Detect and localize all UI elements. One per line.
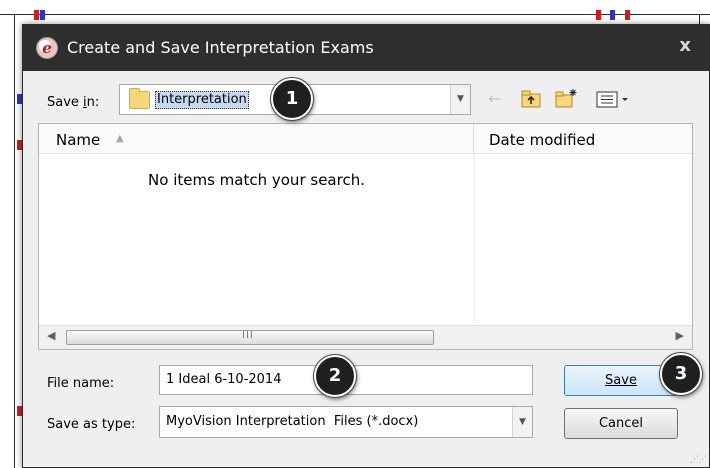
column-header-date-modified[interactable]: Date modified — [475, 124, 692, 154]
bg-marker — [625, 10, 630, 20]
folder-icon — [129, 88, 150, 109]
scrollbar-thumb[interactable]: III — [66, 330, 434, 345]
scrollbar-grip: III — [242, 330, 254, 341]
scroll-right-icon[interactable]: ▶ — [676, 329, 684, 342]
save-in-label: Save in: — [47, 95, 100, 110]
file-list-header: Name ▲ Date modified — [39, 124, 692, 154]
file-list[interactable]: Name ▲ Date modified No items match your… — [38, 123, 693, 350]
callout-badge: 2 — [314, 355, 356, 397]
column-header-label: Name — [56, 131, 101, 149]
save-dialog: e Create and Save Interpretation Exams x… — [22, 24, 710, 468]
bg-marker — [40, 10, 45, 20]
chevron-down-icon[interactable]: ▼ — [450, 85, 470, 114]
app-logo-icon: e — [36, 37, 58, 59]
horizontal-scrollbar[interactable]: ◀ III ▶ — [39, 325, 692, 349]
bg-marker — [610, 10, 615, 20]
column-divider — [474, 154, 475, 322]
column-header-name[interactable]: Name ▲ — [39, 124, 474, 154]
back-arrow-icon[interactable]: ← — [483, 87, 507, 111]
file-name-label: File name: — [47, 376, 115, 391]
close-icon[interactable]: x — [679, 35, 691, 56]
bg-border-top — [0, 14, 710, 15]
view-menu-icon[interactable] — [593, 87, 633, 111]
save-as-type-value: MyoVision Interpretation Files (*.docx) — [166, 414, 419, 429]
cancel-button[interactable]: Cancel — [564, 408, 678, 439]
new-folder-icon[interactable] — [553, 87, 579, 111]
resize-grip-icon[interactable]: ⋰⋰ — [690, 455, 707, 465]
chevron-down-icon[interactable]: ▼ — [512, 407, 532, 437]
up-folder-icon[interactable] — [519, 87, 545, 111]
bg-marker — [596, 10, 601, 20]
bg-border-left — [14, 14, 15, 468]
callout-badge: 3 — [660, 353, 702, 395]
callout-badge: 1 — [271, 78, 313, 120]
file-name-value: 1 Ideal 6-10-2014 — [166, 372, 282, 387]
empty-list-message: No items match your search. — [148, 171, 365, 189]
save-as-type-dropdown[interactable]: MyoVision Interpretation Files (*.docx) … — [159, 406, 533, 438]
scroll-left-icon[interactable]: ◀ — [47, 329, 55, 342]
save-as-type-label: Save as type: — [47, 417, 136, 432]
dialog-title: Create and Save Interpretation Exams — [67, 38, 374, 57]
save-in-value: Interpretation — [155, 91, 249, 109]
dialog-titlebar[interactable]: e Create and Save Interpretation Exams x — [23, 25, 709, 71]
column-header-label: Date modified — [489, 131, 596, 149]
bg-marker — [34, 10, 39, 20]
sort-ascending-icon: ▲ — [116, 133, 124, 144]
